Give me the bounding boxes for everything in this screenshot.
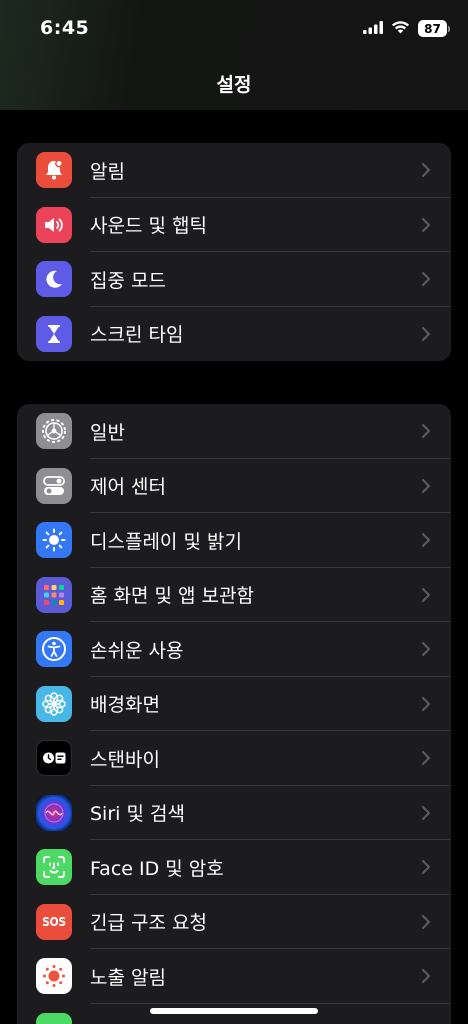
settings-row-label: 사운드 및 햅틱	[90, 215, 207, 238]
settings-row-label: 배경화면	[90, 694, 160, 717]
chevron-right-icon	[421, 696, 431, 711]
settings-row-label: 알림	[90, 160, 125, 183]
settings-row-label: Siri 및 검색	[90, 803, 185, 826]
chevron-right-icon	[421, 424, 431, 439]
settings-row-wallpaper[interactable]: 배경화면	[17, 677, 451, 731]
settings-row-notifications[interactable]: 알림	[17, 143, 451, 198]
settings-row-sounds-haptics[interactable]: 사운드 및 햅틱	[17, 198, 451, 252]
moon-icon	[36, 261, 72, 298]
sos-icon-text: SOS	[42, 914, 66, 929]
sun-icon	[36, 522, 72, 559]
settings-row-control-center[interactable]: 제어 센터	[17, 459, 451, 513]
chevron-right-icon	[421, 217, 431, 232]
face-id-icon	[36, 849, 72, 886]
gear-icon	[36, 413, 72, 450]
home-indicator[interactable]	[150, 1008, 318, 1014]
settings-row-label: 손쉬운 사용	[90, 639, 184, 662]
settings-row-general[interactable]: 일반	[17, 404, 451, 459]
settings-row-face-id-passcode[interactable]: Face ID 및 암호	[17, 840, 451, 895]
status-time: 6:45	[40, 17, 90, 39]
settings-group-general: 일반 제어 센터 디스플레이 및 밝기 홈 화면 및 앱 보관함 손쉬운 사용 …	[17, 404, 451, 1024]
sos-icon: SOS	[36, 903, 72, 940]
settings-row-accessibility[interactable]: 손쉬운 사용	[17, 622, 451, 677]
chevron-right-icon	[421, 478, 431, 493]
bell-icon	[36, 152, 72, 189]
settings-group-notifications: 알림 사운드 및 햅틱 집중 모드 스크린 타임	[17, 143, 451, 361]
page-title: 설정	[216, 74, 252, 96]
exposure-icon	[36, 958, 72, 995]
settings-row-label: 스탠바이	[90, 748, 160, 771]
cellular-signal-icon	[363, 19, 383, 38]
siri-icon	[36, 794, 72, 831]
settings-row-label: 일반	[90, 421, 125, 444]
speaker-icon	[36, 206, 72, 243]
settings-row-screen-time[interactable]: 스크린 타임	[17, 307, 451, 362]
settings-row-emergency-sos[interactable]: SOS 긴급 구조 요청	[17, 895, 451, 949]
chevron-right-icon	[421, 533, 431, 548]
settings-row-label: 제어 센터	[90, 476, 166, 499]
toggles-icon	[36, 467, 72, 504]
settings-row-label: 집중 모드	[90, 269, 166, 292]
battery-settings-icon	[36, 1012, 72, 1024]
chevron-right-icon	[421, 914, 431, 929]
wifi-icon	[391, 19, 410, 38]
settings-row-focus[interactable]: 집중 모드	[17, 252, 451, 307]
standby-icon	[36, 740, 72, 777]
settings-row-exposure-notifications[interactable]: 노출 알림	[17, 949, 451, 1004]
settings-row-label: 스크린 타임	[90, 324, 184, 347]
status-bar: 6:45 87	[0, 0, 468, 58]
chevron-right-icon	[421, 805, 431, 820]
accessibility-icon	[36, 631, 72, 668]
chevron-right-icon	[421, 751, 431, 766]
chevron-right-icon	[421, 163, 431, 178]
hourglass-icon	[36, 315, 72, 352]
chevron-right-icon	[421, 860, 431, 875]
flower-icon	[36, 685, 72, 722]
settings-row-label: 홈 화면 및 앱 보관함	[90, 585, 254, 608]
settings-row-display-brightness[interactable]: 디스플레이 및 밝기	[17, 513, 451, 568]
battery-level: 87	[418, 20, 447, 37]
chevron-right-icon	[421, 587, 431, 602]
chevron-right-icon	[421, 642, 431, 657]
chevron-right-icon	[421, 969, 431, 984]
chevron-right-icon	[421, 272, 431, 287]
settings-row-label: 디스플레이 및 밝기	[90, 530, 242, 553]
settings-row-standby[interactable]: 스탠바이	[17, 731, 451, 786]
settings-row-home-screen[interactable]: 홈 화면 및 앱 보관함	[17, 568, 451, 622]
settings-row-label: Face ID 및 암호	[90, 857, 224, 880]
settings-row-label: 긴급 구조 요청	[90, 912, 207, 935]
settings-row-siri-search[interactable]: Siri 및 검색	[17, 786, 451, 840]
settings-row-label: 노출 알림	[90, 966, 166, 989]
status-icons: 87	[363, 19, 450, 38]
app-grid-icon	[36, 576, 72, 613]
chevron-right-icon	[421, 326, 431, 341]
battery-icon: 87	[418, 20, 450, 37]
